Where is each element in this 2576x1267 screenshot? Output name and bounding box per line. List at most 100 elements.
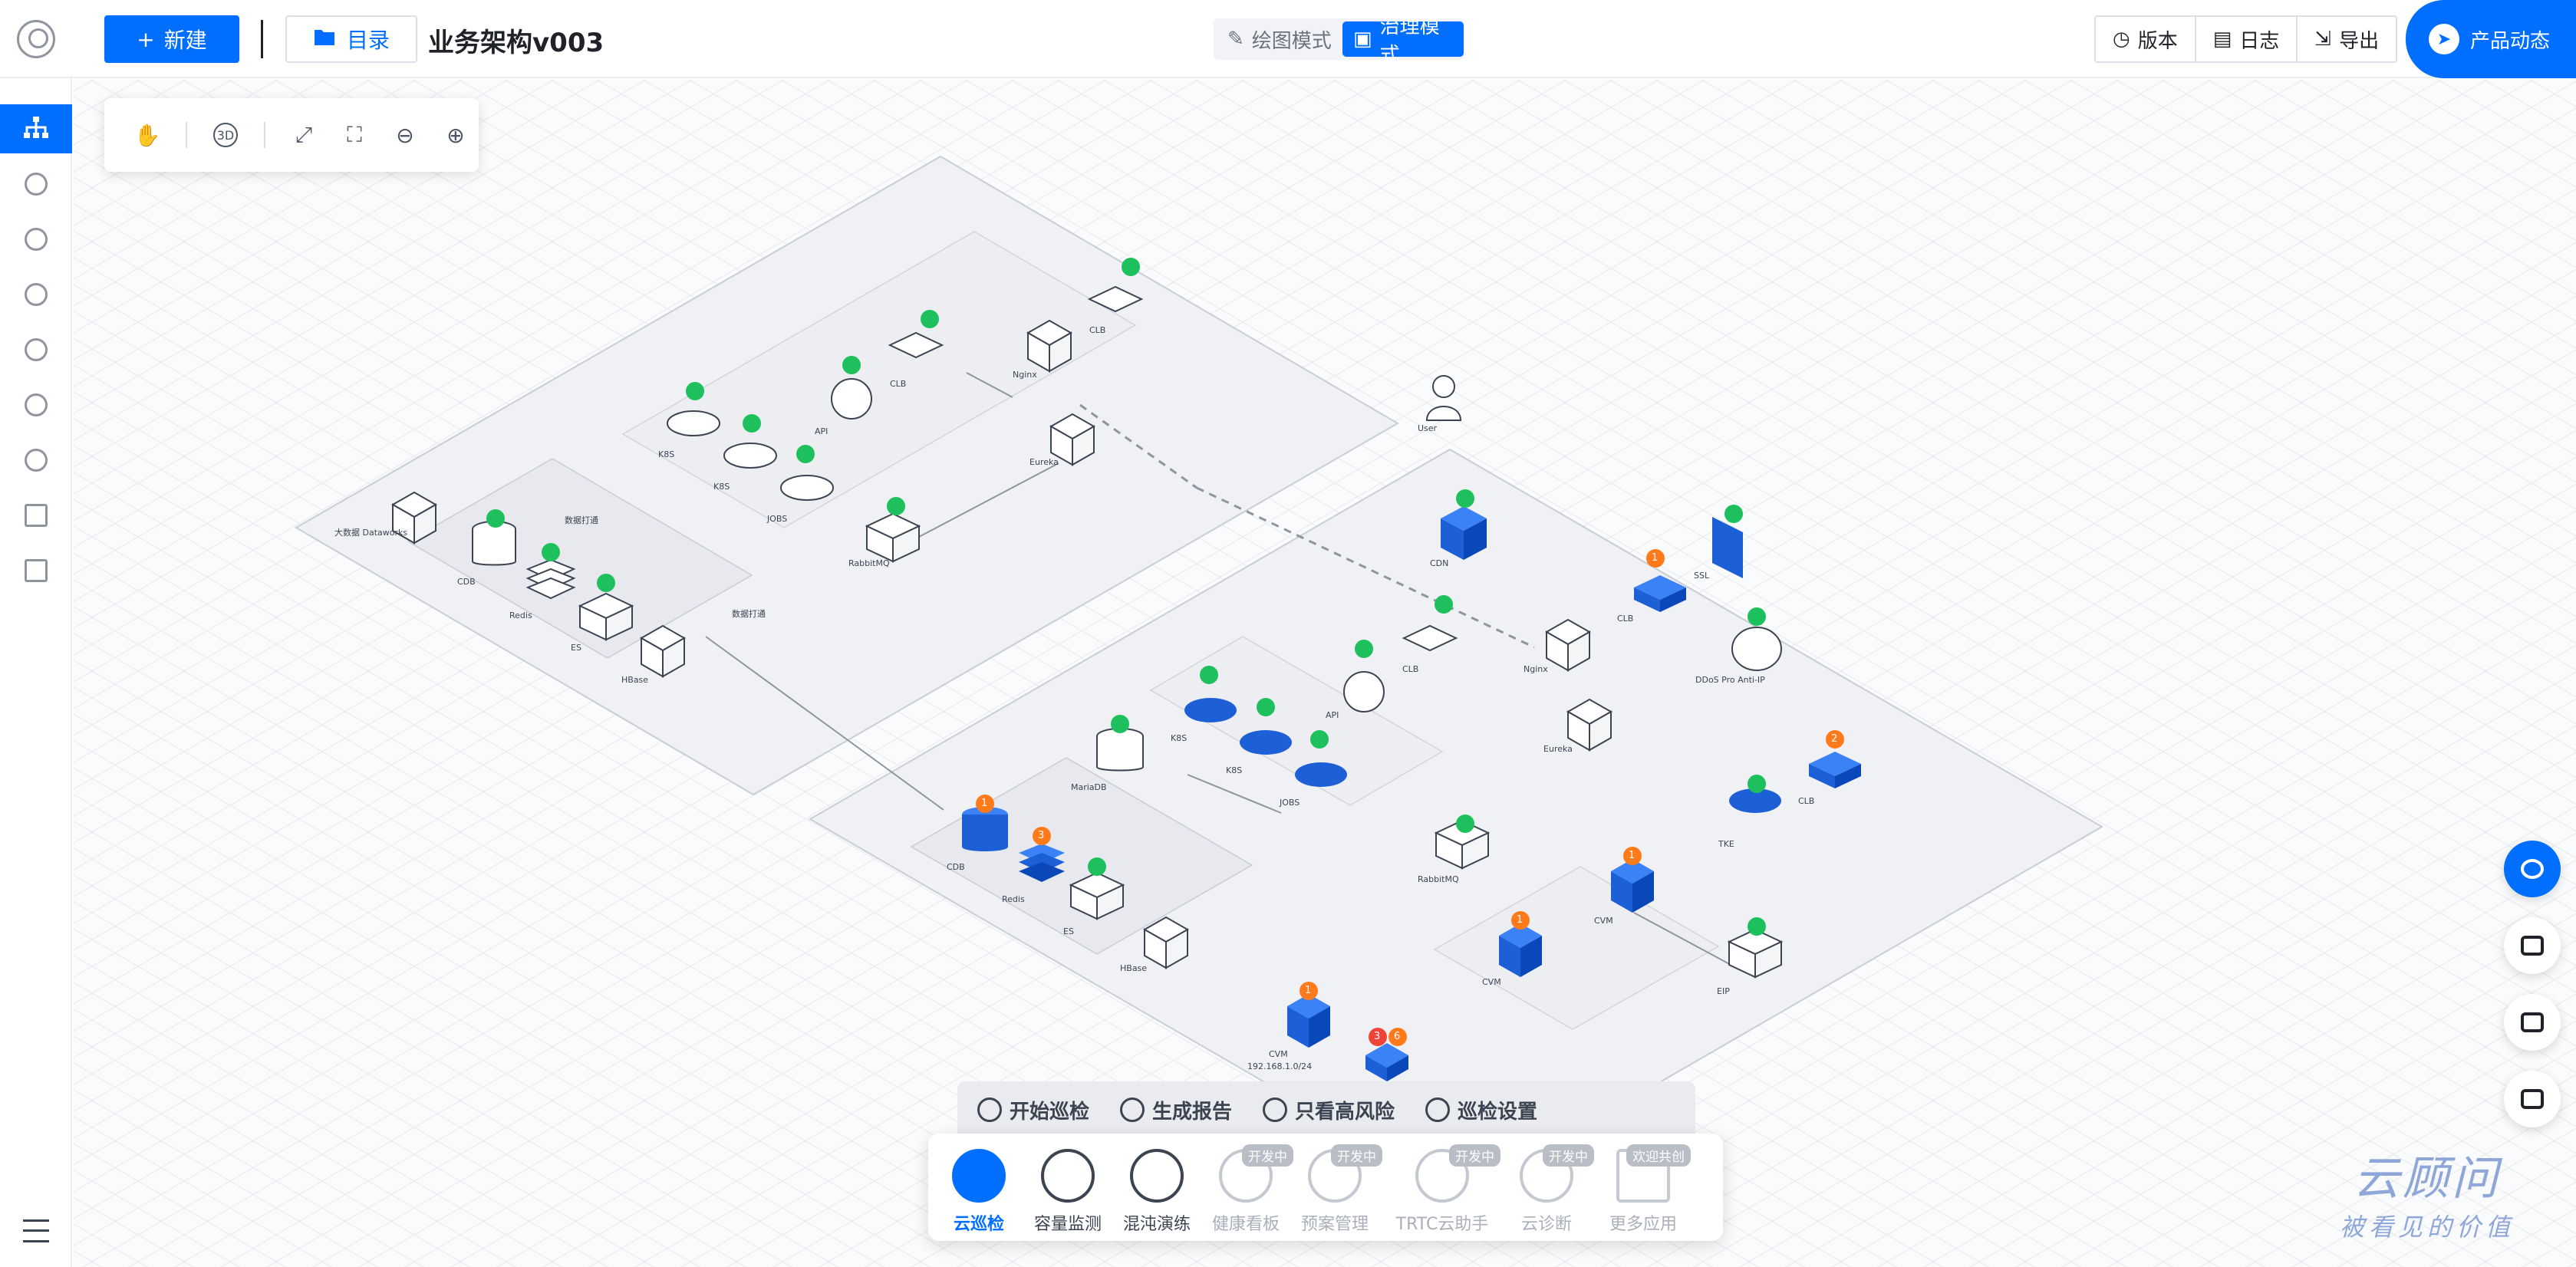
export-icon: ⇲ [2314,28,2332,51]
sidebar-item-chart[interactable] [0,436,72,485]
fit-icon[interactable]: ⤢ [292,122,316,147]
dock-app-health[interactable]: 开发中 健康看板 [1203,1144,1293,1235]
chart-icon [25,449,48,472]
architecture-icon [23,116,49,142]
version-button[interactable]: ◷ 版本 [2096,17,2196,61]
dock-app-label: 云巡检 [953,1215,1004,1234]
dock-app-label: 更多应用 [1609,1215,1677,1234]
dock-app-label: 健康看板 [1211,1215,1280,1234]
fullscreen-icon[interactable]: ⛶ [342,122,367,147]
start-inspection-label: 开始巡检 [1010,1100,1090,1124]
governance-mode-tab[interactable]: ▣ 治理模式 [1342,15,1464,67]
product-news-button[interactable]: ➤ 产品动态 [2406,0,2576,78]
inspection-settings-button[interactable]: 巡检设置 [1425,1096,1537,1124]
dock-app-label: 混沌演练 [1122,1215,1191,1234]
dock-app-diagnosis[interactable]: 开发中 云诊断 [1504,1144,1594,1235]
header-tools: ◷ 版本 ▤ 日志 ⇲ 导出 [2094,15,2398,63]
canvas-toolbar: ✋ 3D ⤢ ⛶ ⊖ ⊕ [104,98,479,172]
watermark-logo: 云顾问 被看见的价值 [2340,1141,2515,1243]
chaos-icon [1130,1149,1184,1203]
sidebar-collapse-icon[interactable] [23,1219,49,1242]
top-header: + 新建 目录 业务架构v003 ✎ 绘图模式 ▣ 治理模式 ◷ 版本 ▤ 日志… [0,0,2576,78]
dock-app-capacity[interactable]: 容量监测 [1025,1149,1111,1235]
co-create-tag: 欢迎共创 [1626,1144,1691,1167]
pencil-icon: ✎ [1227,28,1244,51]
book-open-icon [2521,1012,2544,1032]
high-risk-only-button[interactable]: 只看高风险 [1263,1096,1395,1124]
dock-app-label: 云诊断 [1520,1215,1572,1234]
dock-app-plan[interactable]: 开发中 预案管理 [1292,1144,1382,1235]
docs-button[interactable] [2504,994,2561,1051]
export-button[interactable]: ⇲ 导出 [2298,17,2396,61]
3d-icon[interactable]: 3D [213,123,238,147]
log-label: 日志 [2239,29,2280,53]
app-root: + 新建 目录 业务架构v003 ✎ 绘图模式 ▣ 治理模式 ◷ 版本 ▤ 日志… [0,0,2576,1267]
clock-icon: ◷ [2113,28,2130,51]
directory-button[interactable]: 目录 [285,15,417,63]
draw-mode-tab[interactable]: ✎ 绘图模式 [1217,21,1342,57]
monitor-icon [25,173,48,196]
book-icon [25,504,48,527]
gear-dial-icon [25,338,48,361]
sidebar-item-book[interactable] [0,491,72,540]
list-icon [2521,1089,2544,1109]
page-title: 业务架构v003 [428,28,604,58]
gear-icon [1425,1098,1451,1122]
inspection-settings-label: 巡检设置 [1458,1100,1538,1124]
cloud-icon [2521,936,2544,956]
eye-icon [1120,1098,1145,1122]
sidebar-item-rocket[interactable] [0,380,72,429]
sidebar-item-gear-dial[interactable] [0,325,72,374]
dev-tag: 开发中 [1543,1144,1594,1167]
sidebar-item-cloud-check[interactable] [0,270,72,319]
mode-switch: ✎ 绘图模式 ▣ 治理模式 [1214,15,1464,67]
compass-icon: ➤ [2429,24,2459,54]
generate-report-label: 生成报告 [1152,1100,1233,1124]
hand-icon[interactable]: ✋ [134,123,161,148]
dev-tag: 开发中 [1449,1144,1500,1167]
zoom-in-icon[interactable]: ⊕ [443,123,468,148]
draw-mode-label: 绘图模式 [1251,29,1332,53]
user-avatar-icon[interactable] [17,20,55,58]
directory-label: 目录 [346,28,390,53]
app-dock: 云巡检 容量监测 混沌演练 开发中 健康看板 开发中 预案管理 开发中 TRTC… [928,1134,1723,1241]
dock-app-more[interactable]: 欢迎共创 更多应用 [1600,1144,1691,1235]
dock-app-chaos[interactable]: 混沌演练 [1114,1149,1200,1235]
sidebar-item-architecture[interactable] [0,104,72,153]
refresh-icon [977,1098,1002,1122]
folder-icon [313,27,336,52]
export-label: 导出 [2339,29,2380,53]
rocket-icon [25,393,48,416]
sidebar-item-pin[interactable] [0,546,72,595]
list-button[interactable] [2504,1071,2561,1127]
sidebar-item-gauge[interactable] [0,215,72,264]
watermark-title: 云顾问 [2354,1152,2501,1206]
document-icon: ▤ [2212,28,2232,51]
zoom-out-icon[interactable]: ⊖ [393,123,417,148]
start-inspection-button[interactable]: 开始巡检 [977,1096,1089,1124]
toolbar-divider [186,122,187,148]
sidebar-item-monitor[interactable] [0,160,72,209]
dock-app-label: 容量监测 [1033,1215,1102,1234]
radar-icon [1041,1149,1095,1203]
left-sidebar [0,78,72,1267]
support-button[interactable] [2504,841,2561,897]
product-news-label: 产品动态 [2470,29,2551,53]
high-risk-label: 只看高风险 [1295,1100,1395,1124]
inspection-actions-bar: 开始巡检 生成报告 只看高风险 巡检设置 [957,1081,1695,1138]
headset-icon [2521,859,2544,879]
log-button[interactable]: ▤ 日志 [2196,17,2298,61]
header-divider [261,20,263,58]
generate-report-button[interactable]: 生成报告 [1120,1096,1232,1124]
monitor-icon: ▣ [1353,28,1372,51]
new-button[interactable]: + 新建 [104,15,239,63]
dock-app-label: 预案管理 [1300,1215,1369,1234]
dock-app-cloud-inspection[interactable]: 云巡检 [936,1149,1022,1235]
alert-icon [1263,1098,1288,1122]
dock-app-label: TRTC云助手 [1395,1215,1489,1234]
version-label: 版本 [2137,29,2178,53]
gauge-icon [25,228,48,251]
dock-app-trtc[interactable]: 开发中 TRTC云助手 [1388,1144,1500,1235]
pin-icon [25,559,48,582]
cloud-button[interactable] [2504,917,2561,974]
